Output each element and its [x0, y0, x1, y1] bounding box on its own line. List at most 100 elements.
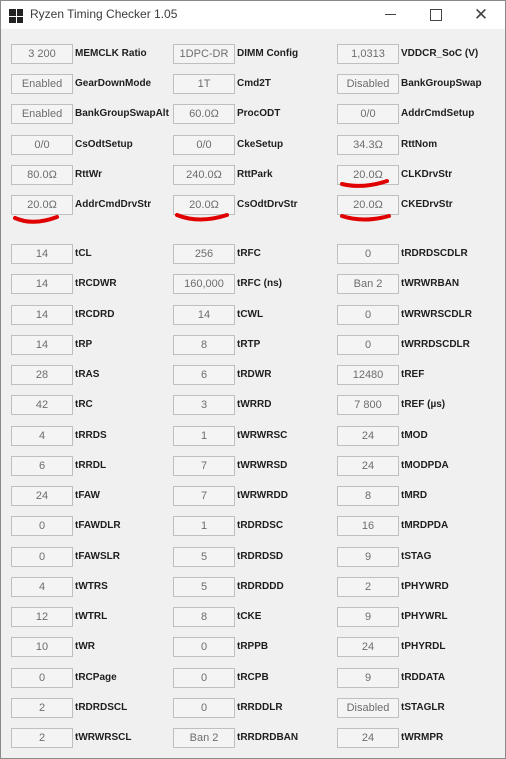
- field-twrmpr: 24 tWRMPR: [337, 728, 497, 748]
- label-tphyrdl: tPHYRDL: [401, 641, 446, 653]
- value-rttpark[interactable]: 240.0Ω: [173, 164, 235, 185]
- value-tfawdlr[interactable]: 0: [11, 516, 73, 537]
- value-rttnom[interactable]: 34.3Ω: [337, 134, 399, 155]
- value-trfc[interactable]: 256: [173, 244, 235, 264]
- field-twtrl: 12 tWTRL: [11, 607, 171, 627]
- value-trdrdscdlr[interactable]: 0: [337, 244, 399, 264]
- minimize-button[interactable]: [369, 1, 413, 29]
- field-cmd2t: 1T Cmd2T: [173, 74, 333, 95]
- value-cmd2t[interactable]: 1T: [173, 74, 235, 95]
- minimize-icon: [385, 14, 396, 15]
- value-trrdl[interactable]: 6: [11, 455, 73, 476]
- value-addrcmddrvstr[interactable]: 20.0Ω: [11, 195, 73, 215]
- value-tras[interactable]: 28: [11, 365, 73, 385]
- value-bankgroupswapalt[interactable]: Enabled: [11, 104, 73, 125]
- maximize-button[interactable]: [414, 1, 458, 29]
- value-trcpage[interactable]: 0: [11, 667, 73, 688]
- label-trcpage: tRCPage: [75, 671, 117, 683]
- value-procodt[interactable]: 60.0Ω: [173, 104, 235, 125]
- label-tphywrd: tPHYWRD: [401, 580, 449, 592]
- field-trcdrd: 14 tRCDRD: [11, 304, 171, 325]
- value-twrrd[interactable]: 3: [173, 395, 235, 416]
- value-dimm-config[interactable]: 1DPC-DR: [173, 44, 235, 64]
- label-trrds: tRRDS: [75, 429, 107, 441]
- value-trrddlr[interactable]: 0: [173, 697, 235, 718]
- value-tmrdpda[interactable]: 16: [337, 516, 399, 537]
- label-tcl: tCL: [75, 248, 92, 259]
- value-twrwrban[interactable]: Ban 2: [337, 274, 399, 295]
- value-csodtdrvstr[interactable]: 20.0Ω: [173, 195, 235, 215]
- value-tmod[interactable]: 24: [337, 425, 399, 446]
- label-trfc-ns: tRFC (ns): [237, 278, 282, 290]
- field-trdrdscdlr: 0 tRDRDSCDLR: [337, 244, 497, 264]
- value-trp[interactable]: 14: [11, 334, 73, 355]
- value-trdrdsd[interactable]: 5: [173, 546, 235, 567]
- value-trtp[interactable]: 8: [173, 334, 235, 355]
- value-tphywrl[interactable]: 9: [337, 607, 399, 627]
- label-tcke: tCKE: [237, 611, 262, 622]
- value-trcdwr[interactable]: 14: [11, 274, 73, 295]
- value-twtrl[interactable]: 12: [11, 607, 73, 627]
- label-twrrdscdlr: tWRRDSCDLR: [401, 338, 470, 350]
- value-tmodpda[interactable]: 24: [337, 455, 399, 476]
- close-button[interactable]: ✕: [459, 1, 503, 29]
- title-bar[interactable]: Ryzen Timing Checker 1.05 ✕: [1, 1, 505, 29]
- value-trrds[interactable]: 4: [11, 425, 73, 446]
- field-ckesetup: 0/0 CkeSetup: [173, 134, 333, 155]
- value-tcl[interactable]: 14: [11, 244, 73, 264]
- value-trfc-ns[interactable]: 160,000: [173, 274, 235, 295]
- field-tfawslr: 0 tFAWSLR: [11, 546, 171, 567]
- value-trc[interactable]: 42: [11, 395, 73, 416]
- label-rttnom: RttNom: [401, 138, 438, 150]
- value-twrwrscl[interactable]: 2: [11, 728, 73, 748]
- value-tcke[interactable]: 8: [173, 607, 235, 627]
- value-trrdrdban[interactable]: Ban 2: [173, 728, 235, 748]
- field-twrwrsd: 7 tWRWRSD: [173, 455, 333, 476]
- value-rttwr[interactable]: 80.0Ω: [11, 164, 73, 185]
- value-twrrdscdlr[interactable]: 0: [337, 334, 399, 355]
- value-tref[interactable]: 12480: [337, 365, 399, 385]
- value-trppb[interactable]: 0: [173, 637, 235, 658]
- value-bankgroupswap[interactable]: Disabled: [337, 74, 399, 95]
- value-tphyrdl[interactable]: 24: [337, 637, 399, 658]
- value-vddcr-soc-v[interactable]: 1,0313: [337, 44, 399, 64]
- label-trddata: tRDDATA: [401, 671, 446, 683]
- value-twrwrscdlr[interactable]: 0: [337, 304, 399, 325]
- field-rttwr: 80.0Ω RttWr: [11, 164, 171, 185]
- value-geardownmode[interactable]: Enabled: [11, 74, 73, 95]
- field-twrrdscdlr: 0 tWRRDSCDLR: [337, 334, 497, 355]
- value-addrcmdsetup[interactable]: 0/0: [337, 104, 399, 125]
- value-trdrddd[interactable]: 5: [173, 576, 235, 597]
- value-twr[interactable]: 10: [11, 637, 73, 658]
- value-tstaglr[interactable]: Disabled: [337, 697, 399, 718]
- value-clkdrvstr[interactable]: 20.0Ω: [337, 164, 399, 185]
- label-trrdl: tRRDL: [75, 459, 107, 471]
- value-tfawslr[interactable]: 0: [11, 546, 73, 567]
- field-trrddlr: 0 tRRDDLR: [173, 697, 333, 718]
- value-tcwl[interactable]: 14: [173, 304, 235, 325]
- field-tmodpda: 24 tMODPDA: [337, 455, 497, 476]
- value-twrmpr[interactable]: 24: [337, 728, 399, 748]
- value-tstag[interactable]: 9: [337, 546, 399, 567]
- value-csodtsetup[interactable]: 0/0: [11, 134, 73, 155]
- label-trppb: tRPPB: [237, 641, 269, 653]
- value-trddata[interactable]: 9: [337, 667, 399, 688]
- value-twrwrdd[interactable]: 7: [173, 486, 235, 506]
- value-tfaw[interactable]: 24: [11, 486, 73, 506]
- value-memclk-ratio[interactable]: 3 200: [11, 44, 73, 64]
- value-tphywrd[interactable]: 2: [337, 576, 399, 597]
- value-trdwr[interactable]: 6: [173, 365, 235, 385]
- value-trcpb[interactable]: 0: [173, 667, 235, 688]
- label-tfawslr: tFAWSLR: [75, 550, 120, 562]
- value-ckedrvstr[interactable]: 20.0Ω: [337, 195, 399, 215]
- value-twtrs[interactable]: 4: [11, 576, 73, 597]
- value-tref-s[interactable]: 7 800: [337, 395, 399, 416]
- value-trcdrd[interactable]: 14: [11, 304, 73, 325]
- value-trdrdsc[interactable]: 1: [173, 516, 235, 537]
- value-ckesetup[interactable]: 0/0: [173, 134, 235, 155]
- value-twrwrsc[interactable]: 1: [173, 425, 235, 446]
- value-twrwrsd[interactable]: 7: [173, 455, 235, 476]
- value-trdrdscl[interactable]: 2: [11, 697, 73, 718]
- value-tmrd[interactable]: 8: [337, 486, 399, 506]
- field-geardownmode: Enabled GearDownMode: [11, 74, 171, 95]
